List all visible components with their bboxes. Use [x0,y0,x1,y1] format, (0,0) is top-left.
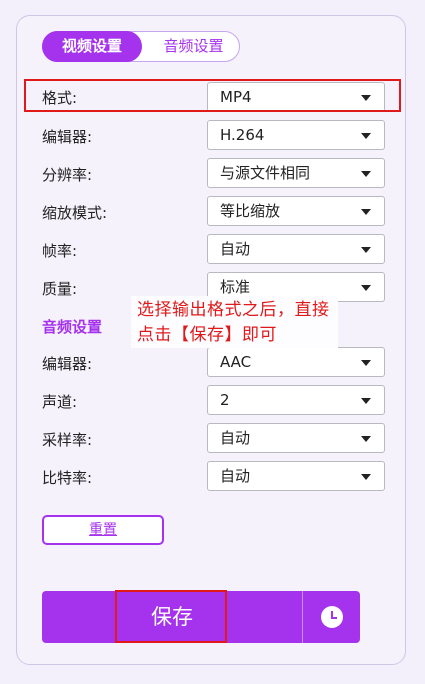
quality-label: 质量: [42,280,78,298]
history-button[interactable] [303,591,360,643]
frame-rate-value: 自动 [220,240,251,258]
frame-rate-label: 帧率: [42,242,78,260]
scale-mode-label: 缩放模式: [42,204,108,222]
caret-down-icon [361,360,371,366]
instruction-annotation: 选择输出格式之后，直接点击【保存】即可 [131,296,338,348]
resolution-value: 与源文件相同 [220,164,311,182]
audio-encoder-value: AAC [220,353,252,371]
video-encoder-value: H.264 [220,126,265,144]
channels-select[interactable]: 2 [207,385,385,415]
caret-down-icon [361,398,371,404]
caret-down-icon [361,436,371,442]
clock-icon [321,606,343,628]
caret-down-icon [361,133,371,139]
caret-down-icon [361,209,371,215]
caret-down-icon [361,247,371,253]
sample-rate-label: 采样率: [42,431,93,449]
quality-value: 标准 [220,278,251,296]
scale-mode-value: 等比缩放 [220,202,281,220]
channels-label: 声道: [42,393,78,411]
frame-rate-select[interactable]: 自动 [207,234,385,264]
settings-tabs: 视频设置 音频设置 [42,31,240,62]
bitrate-value: 自动 [220,467,251,485]
bitrate-select[interactable]: 自动 [207,461,385,491]
tab-video-settings[interactable]: 视频设置 [42,31,142,62]
scale-mode-select[interactable]: 等比缩放 [207,196,385,226]
sample-rate-select[interactable]: 自动 [207,423,385,453]
sample-rate-value: 自动 [220,429,251,447]
resolution-label: 分辨率: [42,166,93,184]
audio-encoder-label: 编辑器: [42,355,93,373]
resolution-select[interactable]: 与源文件相同 [207,158,385,188]
save-highlight-box [115,590,227,643]
audio-section-title: 音频设置 [42,318,103,336]
caret-down-icon [361,171,371,177]
tab-audio-settings[interactable]: 音频设置 [146,31,241,62]
channels-value: 2 [220,391,230,409]
video-encoder-select[interactable]: H.264 [207,120,385,150]
video-encoder-label: 编辑器: [42,128,93,146]
bitrate-label: 比特率: [42,469,93,487]
reset-button[interactable]: 重置 [42,515,164,545]
caret-down-icon [361,285,371,291]
audio-encoder-select[interactable]: AAC [207,347,385,377]
caret-down-icon [361,474,371,480]
format-highlight-box [24,79,401,112]
